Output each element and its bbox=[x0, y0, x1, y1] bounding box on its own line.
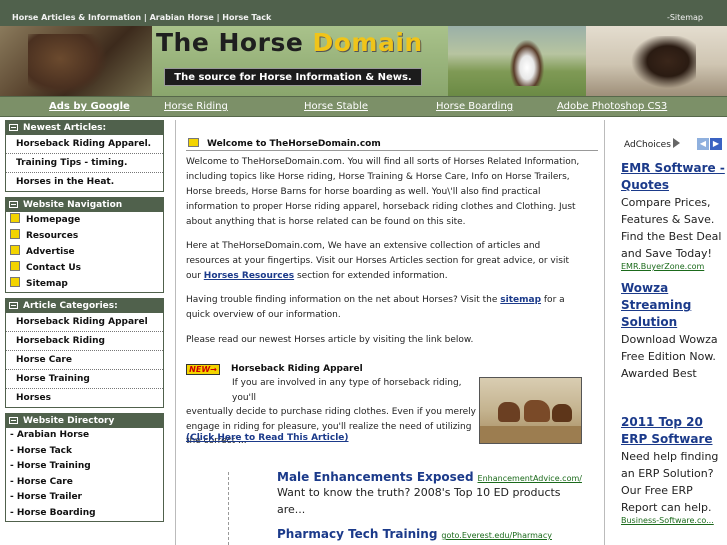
directory-link[interactable]: - Horse Trailer bbox=[6, 490, 163, 506]
polo-rider-photo bbox=[448, 26, 586, 96]
horse-cart-photo bbox=[586, 26, 727, 96]
bullet-square-icon bbox=[10, 245, 20, 255]
horse-head-photo bbox=[0, 26, 152, 96]
title-panel: The Horse Domain The source for Horse In… bbox=[152, 26, 448, 96]
prev-arrow-icon[interactable]: ◀ bbox=[697, 138, 709, 150]
category-link[interactable]: Horse Care bbox=[6, 351, 163, 370]
category-link[interactable]: Horseback Riding bbox=[6, 332, 163, 351]
ad-title[interactable]: Wowza Streaming Solution bbox=[621, 280, 725, 331]
ad-description: Compare Prices, Features & Save. Find th… bbox=[621, 196, 722, 260]
intro-paragraph: Welcome to TheHorseDomain.com. You will … bbox=[186, 157, 580, 227]
dotted-divider bbox=[228, 472, 229, 545]
site-tagline: The source for Horse Information & News. bbox=[164, 68, 422, 86]
ad-url[interactable]: goto.Everest.edu/Pharmacy bbox=[441, 531, 552, 540]
horses-resources-link[interactable]: Horses Resources bbox=[204, 271, 294, 281]
category-link[interactable]: Horse Training bbox=[6, 370, 163, 389]
right-ad-column: AdChoices ◀ ▶ EMR Software - Quotes Compa… bbox=[610, 120, 727, 545]
directory-link[interactable]: - Horse Care bbox=[6, 475, 163, 491]
left-sidebar: Newest Articles: Horseback Riding Appare… bbox=[5, 120, 164, 527]
nav-sitemap[interactable]: Sitemap bbox=[6, 276, 163, 292]
new-badge: NEW→ bbox=[186, 364, 220, 375]
newest-article-link[interactable]: Training Tips - timing. bbox=[6, 154, 163, 173]
ad-url[interactable]: Business-Software.co... bbox=[621, 516, 725, 525]
ad-pager: ◀ ▶ bbox=[696, 138, 722, 150]
side-ad[interactable]: Wowza Streaming Solution Download Wowza … bbox=[621, 280, 725, 383]
adchoices-label[interactable]: AdChoices bbox=[624, 138, 680, 150]
side-ad[interactable]: EMR Software - Quotes Compare Prices, Fe… bbox=[621, 160, 725, 271]
nav-horse-stable[interactable]: Horse Stable bbox=[304, 101, 368, 112]
side-ad[interactable]: 2011 Top 20 ERP Software Need help findi… bbox=[621, 414, 725, 525]
top-links[interactable]: Horse Articles & Information | Arabian H… bbox=[12, 13, 271, 22]
ad-link-bar: Ads by Google Horse Riding Horse Stable … bbox=[0, 96, 727, 117]
newest-article-link[interactable]: Horseback Riding Apparel. bbox=[6, 135, 163, 154]
welcome-heading: Welcome to TheHorseDomain.com bbox=[188, 138, 381, 149]
ad-description: Want to know the truth? 2008's Top 10 ED… bbox=[277, 486, 561, 516]
read-article-link[interactable]: (Click Here to Read This Article) bbox=[186, 433, 349, 443]
nav-contact-us[interactable]: Contact Us bbox=[6, 260, 163, 276]
next-arrow-icon[interactable]: ▶ bbox=[710, 138, 722, 150]
adchoices-icon bbox=[672, 138, 680, 148]
bullet-square-icon bbox=[188, 138, 199, 147]
newest-articles-heading: Newest Articles: bbox=[6, 121, 163, 135]
category-link[interactable]: Horseback Riding Apparel bbox=[6, 313, 163, 332]
website-directory-heading: Website Directory bbox=[6, 414, 163, 428]
section-icon bbox=[9, 124, 18, 131]
sitemap-link[interactable]: -Sitemap bbox=[667, 13, 703, 22]
ad-title[interactable]: 2011 Top 20 ERP Software bbox=[621, 414, 725, 448]
article-categories-heading: Article Categories: bbox=[6, 299, 163, 313]
directory-link[interactable]: - Arabian Horse bbox=[6, 428, 163, 444]
ad-title[interactable]: EMR Software - Quotes bbox=[621, 160, 725, 194]
nav-horse-riding[interactable]: Horse Riding bbox=[164, 101, 228, 112]
nav-advertise[interactable]: Advertise bbox=[6, 244, 163, 260]
read-newest-paragraph: Please read our newest Horses article by… bbox=[186, 335, 474, 345]
directory-link[interactable]: - Horse Training bbox=[6, 459, 163, 475]
website-navigation-heading: Website Navigation bbox=[6, 198, 163, 212]
category-link[interactable]: Horses bbox=[6, 389, 163, 407]
bullet-square-icon bbox=[10, 261, 20, 271]
ad-title[interactable]: Male Enhancements Exposed bbox=[277, 470, 474, 484]
ad-description: Download Wowza Free Edition Now. Awarded… bbox=[621, 333, 718, 380]
nav-horse-boarding[interactable]: Horse Boarding bbox=[436, 101, 513, 112]
sitemap-inline-link[interactable]: sitemap bbox=[500, 295, 541, 305]
directory-link[interactable]: - Horse Tack bbox=[6, 444, 163, 460]
website-directory-box: Website Directory - Arabian Horse - Hors… bbox=[5, 413, 164, 522]
sitemap-paragraph: Having trouble finding information on th… bbox=[186, 295, 565, 320]
ad-title[interactable]: Pharmacy Tech Training bbox=[277, 527, 437, 541]
site-banner: The Horse Domain The source for Horse In… bbox=[0, 26, 727, 96]
website-navigation-box: Website Navigation Homepage Resources Ad… bbox=[5, 197, 164, 293]
ad-url[interactable]: EMR.BuyerZone.com bbox=[621, 262, 725, 271]
directory-link[interactable]: - Horse Boarding bbox=[6, 506, 163, 522]
featured-article-title[interactable]: Horseback Riding Apparel bbox=[231, 364, 363, 374]
bullet-square-icon bbox=[10, 229, 20, 239]
ad-url[interactable]: EnhancementAdvice.com/ bbox=[478, 474, 582, 483]
top-bar: Horse Articles & Information | Arabian H… bbox=[0, 0, 727, 26]
nav-resources[interactable]: Resources bbox=[6, 228, 163, 244]
bullet-square-icon bbox=[10, 277, 20, 287]
inline-ad[interactable]: Male Enhancements Exposed EnhancementAdvi… bbox=[277, 470, 582, 518]
nav-homepage[interactable]: Homepage bbox=[6, 212, 163, 228]
section-icon bbox=[9, 417, 18, 424]
site-title[interactable]: The Horse Domain bbox=[156, 28, 423, 57]
article-categories-box: Article Categories: Horseback Riding App… bbox=[5, 298, 164, 408]
horses-running-thumbnail[interactable] bbox=[479, 377, 582, 444]
nav-adobe-photoshop[interactable]: Adobe Photoshop CS3 bbox=[557, 101, 667, 112]
main-content: Welcome to TheHorseDomain.com Welcome to… bbox=[175, 120, 605, 545]
newest-article-link[interactable]: Horses in the Heat. bbox=[6, 173, 163, 191]
ads-by-google-link[interactable]: Ads by Google bbox=[49, 101, 130, 112]
bullet-square-icon bbox=[10, 213, 20, 223]
divider bbox=[186, 150, 598, 151]
section-icon bbox=[9, 201, 18, 208]
ad-description: Need help finding an ERP Solution? Our F… bbox=[621, 450, 719, 514]
resources-paragraph: Here at TheHorseDomain.com, We have an e… bbox=[186, 241, 569, 281]
inline-ad[interactable]: Pharmacy Tech Training goto.Everest.edu/P… bbox=[277, 527, 552, 541]
section-icon bbox=[9, 302, 18, 309]
newest-articles-box: Newest Articles: Horseback Riding Appare… bbox=[5, 120, 164, 192]
